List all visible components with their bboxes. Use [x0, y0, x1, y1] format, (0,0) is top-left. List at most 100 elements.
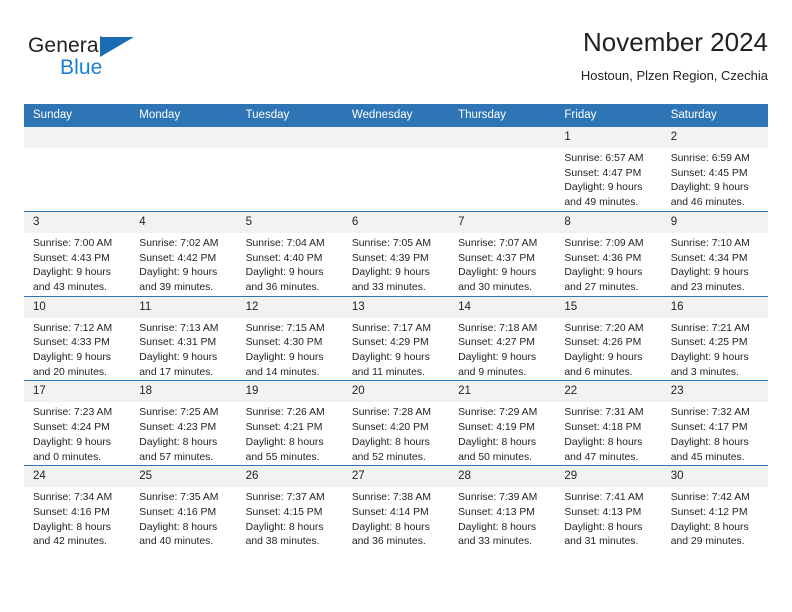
calendar-day-cell[interactable]: 28 Sunrise: 7:39 AM Sunset: 4:13 PM Dayligh… [449, 465, 556, 551]
day-sun-info: Sunrise: 7:25 AM Sunset: 4:23 PM Daylight:… [130, 402, 236, 465]
sunset-text: Sunset: 4:15 PM [245, 506, 323, 518]
daylight-text-line2: and 20 minutes. [33, 366, 107, 378]
sunset-text: Sunset: 4:12 PM [670, 506, 748, 518]
day-sun-info: Sunrise: 7:17 AM Sunset: 4:29 PM Daylight:… [343, 318, 449, 381]
calendar-day-cell[interactable]: 9 Sunrise: 7:10 AM Sunset: 4:34 PM Daylight… [661, 210, 768, 297]
daylight-text-line1: Daylight: 9 hours [351, 352, 430, 364]
day-sun-info: Sunrise: 7:02 AM Sunset: 4:42 PM Daylight:… [130, 233, 236, 296]
sunrise-text: Sunrise: 7:00 AM [33, 237, 113, 249]
general-blue-logo[interactable]: General Blue [28, 34, 158, 88]
calendar-day-cell[interactable]: 29 Sunrise: 7:41 AM Sunset: 4:13 PM Dayligh… [555, 465, 662, 551]
calendar-week-row: 1 Sunrise: 6:57 AM Sunset: 4:47 PM Daylight… [24, 126, 768, 212]
sunrise-text: Sunrise: 7:42 AM [670, 492, 750, 504]
logo-triangle-icon [100, 37, 134, 57]
daylight-text-line1: Daylight: 8 hours [351, 521, 430, 533]
weekday-header-friday: Friday [555, 104, 662, 127]
daylight-text-line1: Daylight: 9 hours [33, 352, 111, 364]
daylight-text-line2: and 30 minutes. [458, 281, 533, 293]
calendar-day-cell[interactable]: 14 Sunrise: 7:18 AM Sunset: 4:27 PM Dayligh… [449, 295, 556, 381]
sunset-text: Sunset: 4:13 PM [564, 506, 642, 518]
daylight-text-line1: Daylight: 9 hours [458, 352, 537, 364]
calendar-day-cell-empty[interactable] [24, 126, 131, 212]
day-number: 18 [130, 381, 237, 403]
daylight-text-line2: and 11 minutes. [351, 366, 426, 378]
calendar-day-cell[interactable]: 21 Sunrise: 7:29 AM Sunset: 4:19 PM Dayligh… [449, 380, 556, 466]
daylight-text-line2: and 43 minutes. [33, 281, 107, 293]
daylight-text-line1: Daylight: 8 hours [670, 436, 749, 448]
day-sun-info: Sunrise: 7:42 AM Sunset: 4:12 PM Daylight:… [662, 487, 768, 550]
daylight-text-line1: Daylight: 8 hours [139, 521, 218, 533]
sunset-text: Sunset: 4:16 PM [139, 506, 217, 518]
sunrise-text: Sunrise: 7:38 AM [351, 492, 431, 504]
day-sun-info: Sunrise: 7:15 AM Sunset: 4:30 PM Daylight:… [237, 318, 343, 381]
calendar-day-cell-empty[interactable] [342, 126, 450, 212]
calendar-day-cell[interactable]: 18 Sunrise: 7:25 AM Sunset: 4:23 PM Dayligh… [130, 380, 237, 466]
daylight-text-line2: and 49 minutes. [564, 197, 639, 209]
calendar-day-cell[interactable]: 15 Sunrise: 7:20 AM Sunset: 4:26 PM Dayligh… [555, 295, 662, 381]
sunrise-text: Sunrise: 7:41 AM [564, 492, 644, 504]
calendar-day-cell[interactable]: 6 Sunrise: 7:05 AM Sunset: 4:39 PM Daylight… [342, 210, 450, 297]
day-sun-info: Sunrise: 7:23 AM Sunset: 4:24 PM Daylight:… [24, 402, 130, 465]
calendar-day-cell-empty[interactable] [236, 126, 343, 212]
calendar-day-cell-empty[interactable] [449, 126, 556, 212]
calendar-day-cell[interactable]: 4 Sunrise: 7:02 AM Sunset: 4:42 PM Daylight… [130, 210, 237, 297]
calendar-body: 1 Sunrise: 6:57 AM Sunset: 4:47 PM Daylight… [24, 126, 768, 551]
day-number: 17 [24, 381, 131, 403]
logo-text-blue: Blue [60, 56, 103, 79]
day-number: 30 [661, 466, 768, 488]
calendar-day-cell[interactable]: 12 Sunrise: 7:15 AM Sunset: 4:30 PM Dayligh… [236, 295, 343, 381]
calendar-week-row: 3 Sunrise: 7:00 AM Sunset: 4:43 PM Daylight… [24, 210, 768, 297]
calendar-day-cell[interactable]: 16 Sunrise: 7:21 AM Sunset: 4:25 PM Dayligh… [661, 295, 768, 381]
calendar-day-cell[interactable]: 24 Sunrise: 7:34 AM Sunset: 4:16 PM Dayligh… [24, 465, 131, 551]
daylight-text-line1: Daylight: 9 hours [670, 352, 749, 364]
day-number [449, 127, 556, 148]
sunrise-text: Sunrise: 7:29 AM [458, 407, 538, 419]
calendar-day-cell[interactable]: 25 Sunrise: 7:35 AM Sunset: 4:16 PM Dayligh… [130, 465, 237, 551]
day-number: 14 [449, 296, 556, 318]
calendar-day-cell[interactable]: 2 Sunrise: 6:59 AM Sunset: 4:45 PM Daylight… [661, 126, 768, 212]
daylight-text-line1: Daylight: 9 hours [245, 267, 324, 279]
calendar-day-cell[interactable]: 10 Sunrise: 7:12 AM Sunset: 4:33 PM Dayligh… [24, 295, 131, 381]
weekday-header-sunday: Sunday [24, 104, 131, 127]
day-number: 3 [24, 211, 131, 233]
sunrise-text: Sunrise: 7:28 AM [351, 407, 431, 419]
calendar-week-row: 24 Sunrise: 7:34 AM Sunset: 4:16 PM Dayligh… [24, 465, 768, 551]
calendar-day-cell[interactable]: 13 Sunrise: 7:17 AM Sunset: 4:29 PM Dayligh… [342, 295, 450, 381]
page-subtitle: Hostoun, Plzen Region, Czechia [580, 68, 768, 83]
daylight-text-line1: Daylight: 9 hours [564, 267, 643, 279]
sunset-text: Sunset: 4:27 PM [458, 337, 535, 349]
calendar-week-row: 10 Sunrise: 7:12 AM Sunset: 4:33 PM Dayligh… [24, 295, 768, 381]
day-sun-info: Sunrise: 7:04 AM Sunset: 4:40 PM Daylight:… [237, 233, 343, 296]
calendar-day-cell[interactable]: 8 Sunrise: 7:09 AM Sunset: 4:36 PM Daylight… [555, 210, 662, 297]
sunrise-text: Sunrise: 7:09 AM [564, 237, 644, 249]
sunrise-text: Sunrise: 7:10 AM [670, 237, 750, 249]
day-sun-info: Sunrise: 7:34 AM Sunset: 4:16 PM Daylight:… [24, 487, 130, 550]
calendar-day-cell[interactable]: 26 Sunrise: 7:37 AM Sunset: 4:15 PM Dayligh… [236, 465, 343, 551]
calendar-day-cell[interactable]: 20 Sunrise: 7:28 AM Sunset: 4:20 PM Dayligh… [342, 380, 450, 466]
calendar-day-cell[interactable]: 7 Sunrise: 7:07 AM Sunset: 4:37 PM Daylight… [449, 210, 556, 297]
calendar-day-cell[interactable]: 3 Sunrise: 7:00 AM Sunset: 4:43 PM Daylight… [24, 210, 131, 297]
calendar-day-cell[interactable]: 30 Sunrise: 7:42 AM Sunset: 4:12 PM Dayligh… [661, 465, 768, 551]
day-number [236, 127, 343, 148]
daylight-text-line1: Daylight: 9 hours [564, 352, 643, 364]
day-number: 23 [661, 381, 768, 403]
sunrise-text: Sunrise: 6:57 AM [564, 153, 644, 164]
sunset-text: Sunset: 4:24 PM [33, 422, 110, 434]
calendar-day-cell[interactable]: 1 Sunrise: 6:57 AM Sunset: 4:47 PM Daylight… [555, 126, 662, 212]
daylight-text-line2: and 6 minutes. [564, 366, 633, 378]
day-number: 10 [24, 296, 131, 318]
calendar-day-cell[interactable]: 27 Sunrise: 7:38 AM Sunset: 4:14 PM Dayligh… [342, 465, 450, 551]
calendar-day-cell[interactable]: 23 Sunrise: 7:32 AM Sunset: 4:17 PM Dayligh… [661, 380, 768, 466]
sunrise-text: Sunrise: 7:13 AM [139, 322, 219, 334]
calendar-day-cell[interactable]: 22 Sunrise: 7:31 AM Sunset: 4:18 PM Dayligh… [555, 380, 662, 466]
calendar-day-cell[interactable]: 19 Sunrise: 7:26 AM Sunset: 4:21 PM Dayligh… [236, 380, 343, 466]
calendar-day-cell[interactable]: 11 Sunrise: 7:13 AM Sunset: 4:31 PM Dayligh… [130, 295, 237, 381]
day-number: 2 [661, 127, 768, 148]
calendar-day-cell[interactable]: 17 Sunrise: 7:23 AM Sunset: 4:24 PM Dayligh… [24, 380, 131, 466]
daylight-text-line1: Daylight: 8 hours [245, 436, 324, 448]
sunrise-text: Sunrise: 7:31 AM [564, 407, 644, 419]
day-sun-info: Sunrise: 7:35 AM Sunset: 4:16 PM Daylight:… [130, 487, 236, 550]
calendar-day-cell[interactable]: 5 Sunrise: 7:04 AM Sunset: 4:40 PM Daylight… [236, 210, 343, 297]
calendar-day-cell-empty[interactable] [130, 126, 237, 212]
daylight-text-line1: Daylight: 9 hours [670, 267, 749, 279]
